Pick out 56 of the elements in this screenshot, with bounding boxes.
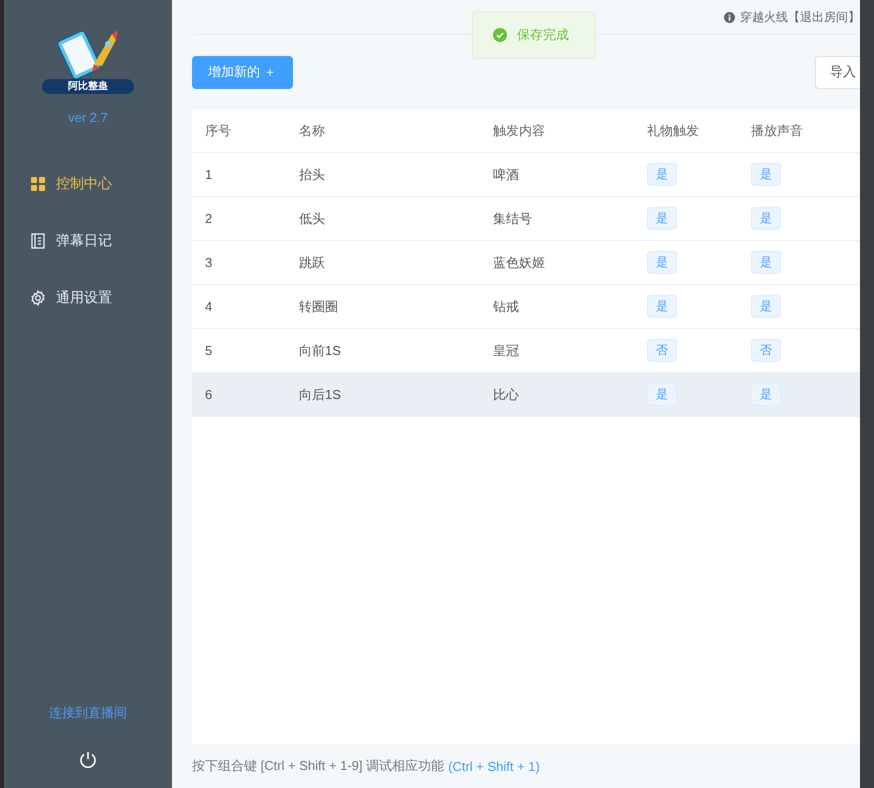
gift-tag: 是	[647, 295, 677, 318]
gift-tag: 是	[647, 383, 677, 406]
column-header: 播放声音	[751, 122, 803, 138]
version-label: ver 2.7	[68, 110, 108, 125]
sidebar-item[interactable]: 弹幕日记	[4, 212, 172, 269]
gift-tag: 是	[647, 207, 677, 230]
table-cell: 跳跃	[299, 254, 325, 270]
table-cell: 集结号	[493, 210, 532, 226]
check-icon	[493, 28, 507, 42]
table-cell: 2	[205, 211, 212, 226]
table-row[interactable]: 5 向前1S 皇冠 否 否	[192, 328, 860, 372]
column-header: 名称	[299, 122, 325, 138]
table-cell: 蓝色妖姬	[493, 254, 545, 270]
sound-tag: 是	[751, 163, 781, 186]
settings-icon	[30, 290, 46, 306]
gift-tag: 是	[647, 163, 677, 186]
sidebar-item[interactable]: 控制中心	[4, 155, 172, 212]
table-cell: 转圈圈	[299, 298, 338, 314]
notebook-icon	[30, 232, 46, 248]
gift-tag: 是	[647, 251, 677, 274]
info-icon	[724, 12, 735, 22]
table-cell: 低头	[299, 210, 325, 226]
table-cell: 6	[205, 387, 212, 402]
table-cell: 向后1S	[299, 386, 341, 402]
table-cell: 向前1S	[299, 342, 341, 358]
notice-text: 穿越火线【退出房间】	[740, 8, 860, 26]
import-button[interactable]: 导入	[815, 56, 860, 88]
column-header: 序号	[205, 122, 231, 138]
gift-tag: 否	[647, 339, 677, 362]
sound-tag: 是	[751, 251, 781, 274]
column-header: 触发内容	[493, 122, 545, 138]
table-cell: 啤酒	[493, 166, 519, 182]
table-row[interactable]: 2 低头 集结号 是 是	[192, 196, 860, 240]
table-row[interactable]: 3 跳跃 蓝色妖姬 是 是	[192, 240, 860, 284]
table-cell: 钻戒	[493, 298, 519, 314]
table-row[interactable]: 1 抬头 啤酒 是 是	[192, 152, 860, 196]
sound-tag: 否	[751, 339, 781, 362]
table-cell: 4	[205, 299, 212, 314]
table-cell: 皇冠	[493, 342, 519, 358]
table-row[interactable]: 4 转圈圈 钻戒 是 是	[192, 284, 860, 328]
column-header: 礼物触发	[647, 122, 699, 138]
toast-text: 保存完成	[517, 26, 569, 44]
sidebar-item[interactable]: 通用设置	[4, 269, 172, 326]
table-row[interactable]: 6 向后1S 比心 是 是	[192, 372, 860, 416]
table-cell: 3	[205, 255, 212, 270]
table-cell: 1	[205, 167, 212, 182]
sound-tag: 是	[751, 383, 781, 406]
table-cell: 5	[205, 343, 212, 358]
table-cell: 比心	[493, 386, 519, 402]
grid-icon	[30, 176, 46, 192]
hint-text: 按下组合键 [Ctrl + Shift + 1-9] 调试相应功能	[192, 757, 444, 775]
logo-text: 阿比整蛊	[42, 79, 134, 94]
table-cell: 抬头	[299, 166, 325, 182]
power-icon[interactable]	[78, 750, 98, 770]
sound-tag: 是	[751, 295, 781, 318]
sound-tag: 是	[751, 207, 781, 230]
